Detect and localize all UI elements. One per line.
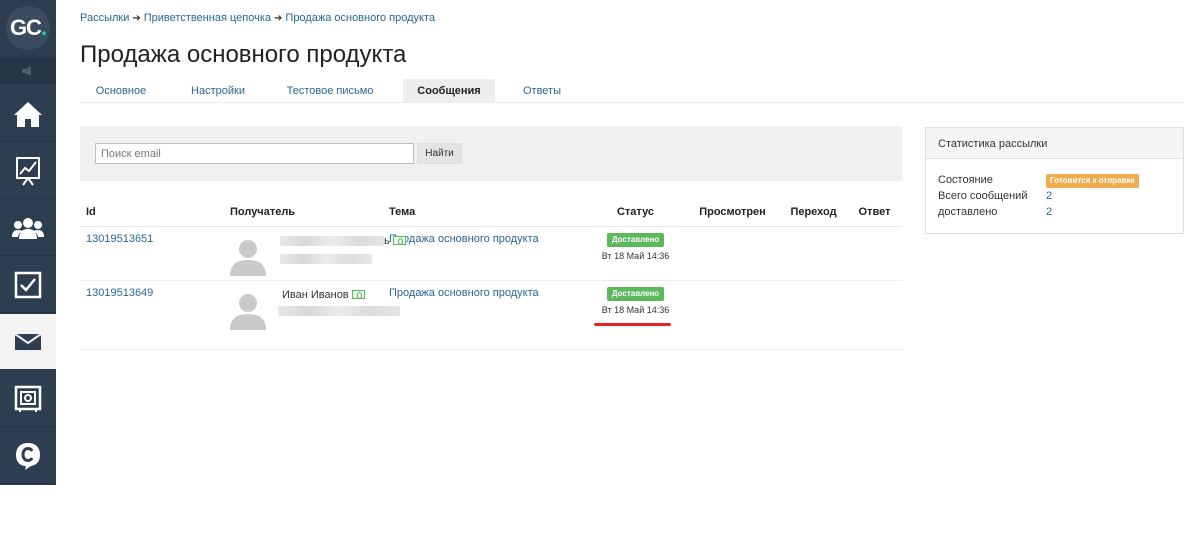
breadcrumb-link-chain[interactable]: Приветственная цепочка [144, 12, 271, 24]
mailing-stats-panel: Статистика рассылки Состояние Готовится … [925, 127, 1184, 234]
tab-test-letter[interactable]: Тестовое письмо [278, 79, 382, 103]
message-id-link[interactable]: 13019513651 [86, 233, 153, 245]
sidebar: GC. [0, 0, 56, 546]
viewed-cell [685, 226, 780, 281]
sidebar-item-tasks[interactable] [0, 257, 56, 313]
logo-mark: GC. [6, 6, 50, 50]
stats-title: Статистика рассылки [926, 128, 1183, 159]
sidebar-item-analytics[interactable] [0, 143, 56, 199]
status-cell: Доставлено Вт 18 Май 14:36 [586, 280, 685, 350]
recipient-info: Иван Иванов [278, 288, 412, 316]
page-title: Продажа основного продукта [80, 41, 407, 68]
highlight-underline [594, 323, 671, 326]
message-id-link[interactable]: 13019513649 [86, 287, 153, 299]
checkbox-icon [14, 271, 42, 298]
recipient-name: Иван Иванов [282, 288, 349, 301]
tab-main[interactable]: Основное [80, 79, 162, 103]
column-header-recipient: Получатель [224, 198, 383, 227]
logo-dot: . [40, 15, 47, 40]
app-logo[interactable]: GC. [0, 0, 56, 56]
chat-icon [16, 442, 40, 470]
breadcrumb-separator: ➔ [274, 13, 283, 24]
blurred-email [278, 305, 400, 316]
stat-value-state: Готовится к отправке [1046, 174, 1139, 188]
sidebar-item-chat[interactable] [0, 428, 56, 484]
tab-messages[interactable]: Сообщения [403, 79, 495, 103]
money-icon [351, 290, 365, 299]
recipient-cell: ь [224, 226, 406, 281]
search-email-input[interactable] [95, 143, 414, 164]
avatar [230, 293, 266, 330]
safe-icon [14, 385, 42, 412]
clicked-cell [780, 226, 847, 281]
stat-value-total[interactable]: 2 [1046, 190, 1052, 202]
mail-icon [14, 332, 42, 350]
stat-label-total: Всего сообщений [938, 190, 1028, 202]
tab-replies[interactable]: Ответы [510, 79, 574, 103]
megaphone-icon [22, 66, 31, 76]
subject-link[interactable]: Продажа основного продукта [389, 233, 539, 245]
status-badge: Доставлено [606, 232, 665, 247]
recipient-cell: Иван Иванов [224, 280, 400, 350]
table-row: 13019513651 ь Продажа основного продукта… [80, 226, 902, 281]
home-icon [14, 101, 42, 127]
recipient: ь [178, 227, 406, 281]
recipient-info: ь [280, 235, 410, 264]
status-date: Вт 18 Май 14:36 [601, 304, 670, 315]
chart-icon [16, 156, 40, 186]
subject-cell: Продажа основного продукта [383, 280, 586, 350]
breadcrumb-separator: ➔ [132, 13, 141, 24]
sidebar-item-users[interactable] [0, 200, 56, 256]
table-row: 13019513649 Иван Иванов Продажа основног… [80, 280, 902, 350]
status-date: Вт 18 Май 14:36 [601, 250, 670, 261]
column-header-clicked: Переход [780, 198, 847, 227]
breadcrumb-link-current[interactable]: Продажа основного продукта [285, 12, 435, 24]
column-header-status: Статус [586, 198, 685, 227]
sidebar-collapse-toggle[interactable] [0, 58, 56, 84]
tab-bar: Основное Настройки Тестовое письмо Сообщ… [80, 79, 1184, 103]
status-cell: Доставлено Вт 18 Май 14:36 [586, 226, 685, 281]
breadcrumb-link-mailings[interactable]: Рассылки [80, 12, 129, 24]
users-icon [12, 217, 44, 239]
blurred-email [280, 253, 372, 264]
column-header-replied: Ответ [847, 198, 902, 227]
state-badge: Готовится к отправке [1046, 174, 1139, 188]
status-badge: Доставлено [606, 286, 665, 301]
column-header-viewed: Просмотрен [685, 198, 780, 227]
blurred-name [280, 235, 384, 246]
column-header-id: Id [80, 198, 224, 227]
breadcrumb: Рассылки ➔ Приветственная цепочка ➔ Продажа … [80, 12, 435, 24]
stat-label-state: Состояние [938, 174, 993, 186]
replied-cell [847, 280, 902, 350]
recipient-name-suffix: ь [384, 234, 390, 247]
replied-cell [847, 226, 902, 281]
recipient: Иван Иванов [178, 281, 400, 350]
table-header-row: Id Получатель Тема Статус Просмотрен Пер… [80, 198, 902, 227]
stat-value-delivered[interactable]: 2 [1046, 206, 1052, 218]
viewed-cell [685, 280, 780, 350]
sidebar-item-finance[interactable] [0, 371, 56, 427]
sidebar-item-home[interactable] [0, 86, 56, 142]
sidebar-item-mail[interactable] [0, 314, 56, 370]
avatar [230, 239, 266, 276]
messages-table: Id Получатель Тема Статус Просмотрен Пер… [80, 198, 902, 350]
money-icon [392, 236, 406, 245]
column-header-subject: Тема [383, 198, 586, 227]
clicked-cell [780, 280, 847, 350]
tab-settings[interactable]: Настройки [174, 79, 262, 103]
logo-text: GC [9, 15, 42, 40]
search-button[interactable]: Найти [417, 143, 462, 164]
stat-label-delivered: доставлено [938, 206, 998, 218]
subject-cell: Продажа основного продукта [383, 226, 586, 281]
filter-panel: Найти [80, 126, 902, 181]
